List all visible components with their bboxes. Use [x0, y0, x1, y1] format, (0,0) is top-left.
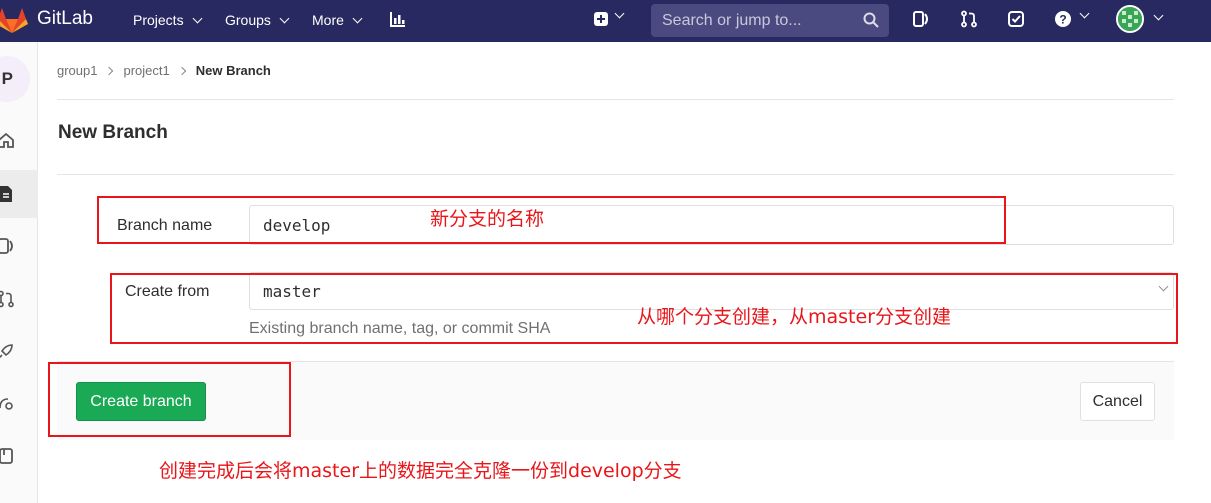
chevron-down-icon: [352, 13, 363, 23]
page-title: New Branch: [58, 122, 168, 143]
cancel-button[interactable]: Cancel: [1080, 382, 1155, 421]
merge-request-icon[interactable]: [0, 290, 15, 308]
nav-projects-label: Projects: [133, 12, 184, 28]
annotation-box-create-button: [48, 362, 291, 437]
breadcrumb-project1[interactable]: project1: [123, 63, 169, 78]
search-icon: [863, 12, 879, 28]
home-icon[interactable]: [0, 131, 15, 149]
issues-icon[interactable]: [912, 10, 930, 28]
divider: [57, 174, 1174, 175]
top-navbar: GitLab Projects Groups More Search or ju…: [0, 0, 1211, 42]
activity-chart-icon[interactable]: [389, 10, 407, 28]
user-avatar[interactable]: [1116, 5, 1144, 33]
operations-icon[interactable]: [0, 394, 15, 412]
identicon-icon: [1118, 7, 1142, 31]
chevron-down-icon: [614, 8, 625, 19]
search-box[interactable]: Search or jump to...: [651, 4, 889, 37]
help-dropdown[interactable]: ?: [1054, 8, 1090, 33]
divider: [57, 99, 1174, 100]
rocket-icon[interactable]: [0, 342, 15, 360]
todo-icon[interactable]: [1007, 10, 1025, 28]
nav-groups-label: Groups: [225, 12, 271, 28]
help-icon: ?: [1055, 11, 1071, 27]
annotation-create-from: 从哪个分支创建，从master分支创建: [637, 306, 952, 328]
svg-text:?: ?: [1059, 13, 1066, 27]
nav-groups[interactable]: Groups: [225, 12, 290, 28]
project-initial: P: [1, 69, 13, 88]
breadcrumb-current[interactable]: New Branch: [196, 63, 271, 78]
annotation-branch-name: 新分支的名称: [430, 208, 545, 230]
chevron-down-icon: [279, 13, 290, 23]
repository-icon[interactable]: [0, 185, 15, 203]
nav-more-label: More: [312, 12, 344, 28]
nav-more[interactable]: More: [312, 12, 363, 28]
annotation-create-button: 创建完成后会将master上的数据完全克隆一份到develop分支: [159, 460, 682, 482]
merge-request-icon[interactable]: [960, 10, 978, 28]
chevron-right-icon: [105, 66, 114, 75]
chevron-down-icon[interactable]: [1153, 10, 1164, 21]
chevron-right-icon: [177, 66, 186, 75]
annotation-box-branch-name: [97, 196, 1006, 244]
breadcrumb: group1 project1 New Branch: [57, 63, 271, 78]
breadcrumb-group1[interactable]: group1: [57, 63, 97, 78]
search-placeholder: Search or jump to...: [662, 12, 802, 29]
new-item-dropdown[interactable]: [593, 8, 625, 32]
tanuki-icon: [0, 8, 28, 33]
plus-square-icon: [594, 12, 608, 26]
nav-projects[interactable]: Projects: [133, 12, 203, 28]
brand-name: GitLab: [37, 8, 93, 29]
project-sidebar: P: [0, 42, 38, 503]
project-avatar[interactable]: P: [0, 56, 30, 102]
cancel-label: Cancel: [1092, 392, 1143, 410]
issues-icon[interactable]: [0, 237, 15, 255]
chevron-down-icon: [192, 13, 203, 23]
chevron-down-icon: [1079, 8, 1090, 19]
wiki-icon[interactable]: [0, 447, 15, 465]
